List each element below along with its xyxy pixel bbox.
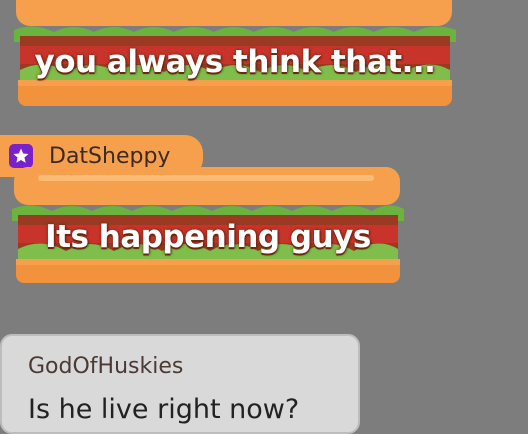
chat-message: GodOfHuskies Is he live right now? <box>0 334 360 434</box>
message-text: Its happening guys <box>45 219 371 255</box>
author-name[interactable]: DatSheppy <box>49 144 170 169</box>
sandwich-bubble: you always think that... <box>14 0 456 108</box>
message-text: you always think that... <box>34 44 436 80</box>
star-icon <box>9 144 33 168</box>
chat-message: DatSheppy Its happening guys <box>0 135 528 287</box>
author-name[interactable]: GodOfHuskies <box>28 354 183 379</box>
sandwich-bubble: Its happening guys <box>12 167 404 285</box>
message-text: Is he live right now? <box>28 394 300 425</box>
chat-message: you always think that... <box>0 0 528 112</box>
